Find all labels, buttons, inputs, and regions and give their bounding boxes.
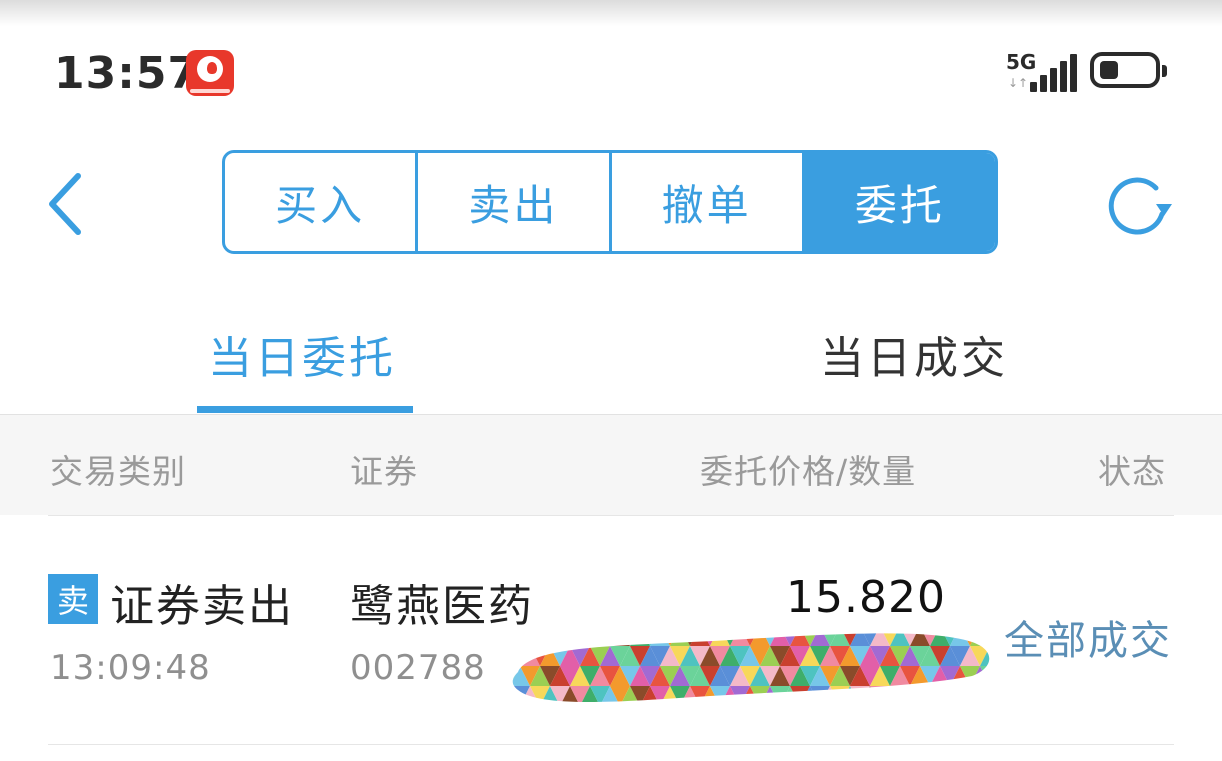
table-row[interactable]: 卖 证券卖出 13:09:48 鹭燕医药 002788 15.820 全部成交 — [0, 516, 1222, 744]
signal-icon: 5G ↓↑ — [1006, 50, 1077, 94]
column-header-status: 状态 — [1098, 452, 1166, 491]
column-header-price-qty: 委托价格/数量 — [700, 452, 917, 491]
trade-segment-control: 买入 卖出 撤单 委托 — [222, 150, 998, 254]
segment-buy[interactable]: 买入 — [225, 153, 419, 251]
column-header-type: 交易类别 — [50, 452, 186, 491]
tab-today-orders[interactable]: 当日委托 — [208, 322, 396, 386]
battery-icon — [1090, 52, 1167, 88]
security-code: 002788 — [350, 648, 486, 688]
row-divider-bottom — [48, 744, 1174, 745]
segment-cancel[interactable]: 撤单 — [612, 153, 805, 251]
refresh-icon — [1108, 177, 1172, 235]
sell-badge: 卖 — [48, 574, 98, 624]
tab-today-deals[interactable]: 当日成交 — [820, 322, 1008, 386]
top-shade — [0, 0, 1222, 26]
refresh-button[interactable] — [1106, 174, 1174, 238]
segment-sell[interactable]: 卖出 — [418, 153, 612, 251]
order-price: 15.820 — [786, 572, 946, 623]
order-tabs: 当日委托 当日成交 — [0, 300, 1222, 414]
trade-type: 证券卖出 — [110, 581, 294, 632]
network-type-label: 5G — [1006, 50, 1037, 74]
tab-indicator — [197, 406, 413, 413]
app-notification-icon — [186, 50, 234, 96]
security-name: 鹭燕医药 — [350, 581, 534, 632]
data-activity-icon: ↓↑ — [1008, 76, 1029, 90]
chevron-left-icon — [49, 173, 81, 235]
status-time: 13:57 — [54, 48, 200, 99]
back-button[interactable] — [40, 168, 96, 240]
order-status: 全部成交 — [1004, 618, 1172, 664]
order-time: 13:09:48 — [50, 648, 211, 688]
redaction-mosaic — [512, 633, 990, 702]
column-header-security: 证券 — [350, 452, 418, 491]
segment-orders[interactable]: 委托 — [804, 153, 995, 251]
table-header: 交易类别 证券 委托价格/数量 状态 — [0, 414, 1222, 515]
